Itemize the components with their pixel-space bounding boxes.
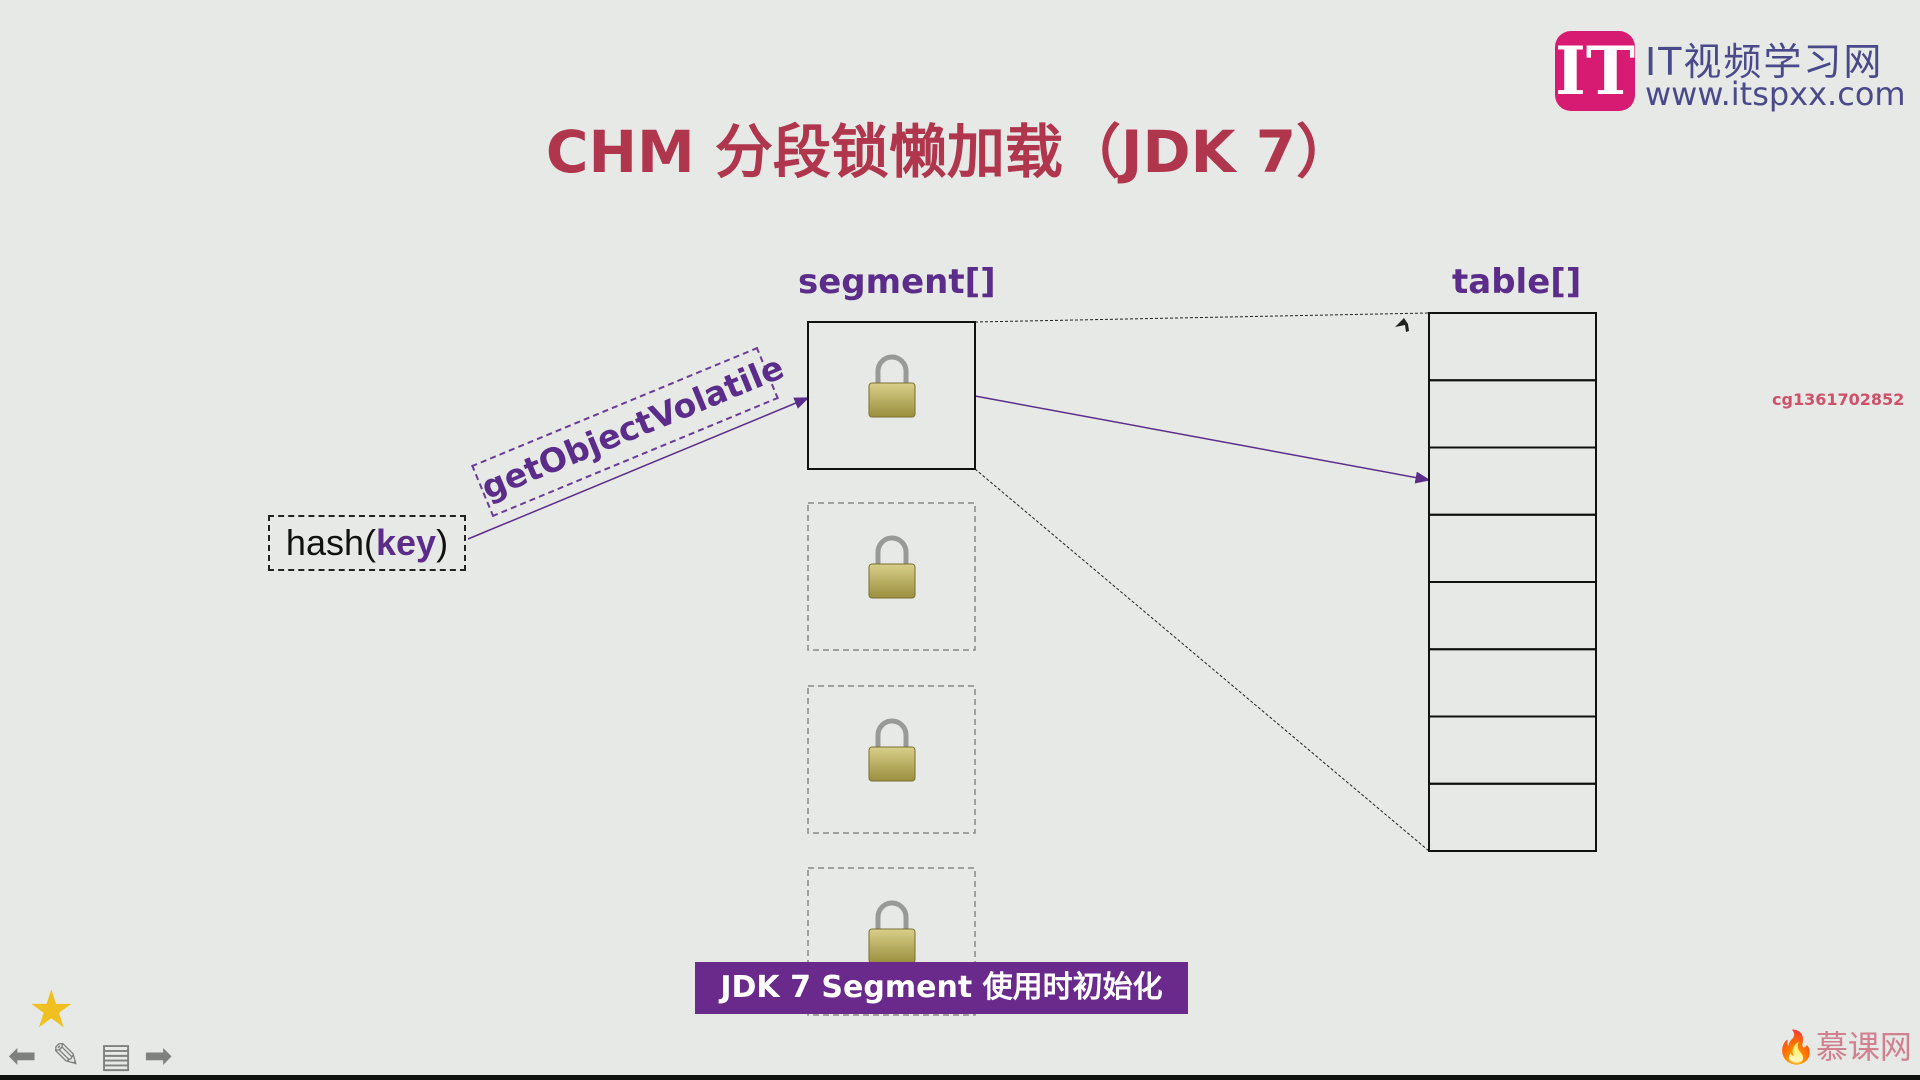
table-bucket	[1428, 581, 1597, 651]
bottom-bar	[0, 1075, 1920, 1080]
lock-icon	[869, 538, 915, 598]
zoom-line-bottom	[974, 468, 1430, 852]
table-bucket	[1428, 446, 1597, 516]
table-array	[1428, 312, 1597, 852]
next-icon[interactable]: ➡	[144, 1036, 173, 1076]
hash-key: key	[375, 522, 437, 563]
table-bucket	[1428, 312, 1597, 382]
connector-lines	[467, 312, 1431, 852]
site-watermark-text: 慕课网	[1815, 1028, 1912, 1066]
star-icon[interactable]: ★	[28, 980, 75, 1040]
hash-key-box: hash(key)	[268, 515, 466, 571]
table-bucket	[1428, 782, 1597, 852]
notes-icon[interactable]: ▤	[100, 1036, 132, 1076]
hash-prefix: hash(	[285, 522, 376, 563]
user-watermark: cg1361702852	[1772, 390, 1905, 409]
table-bucket	[1428, 648, 1597, 718]
subtitle-caption: JDK 7 Segment 使用时初始化	[695, 962, 1188, 1014]
table-bucket	[1428, 513, 1597, 583]
pen-icon[interactable]: ✎	[52, 1036, 81, 1076]
table-bucket	[1428, 715, 1597, 785]
segment-to-table-arrow	[974, 395, 1431, 484]
mouse-cursor-icon	[1395, 318, 1409, 332]
prev-icon[interactable]: ⬅	[8, 1036, 37, 1076]
segment-array	[807, 321, 976, 1016]
hash-suffix: )	[436, 522, 449, 563]
site-watermark: 🔥慕课网	[1776, 1028, 1912, 1066]
lock-icon	[869, 357, 915, 417]
table-bucket	[1428, 379, 1597, 449]
lock-icon	[869, 903, 915, 963]
zoom-line-top	[974, 312, 1430, 323]
lock-icon	[869, 721, 915, 781]
